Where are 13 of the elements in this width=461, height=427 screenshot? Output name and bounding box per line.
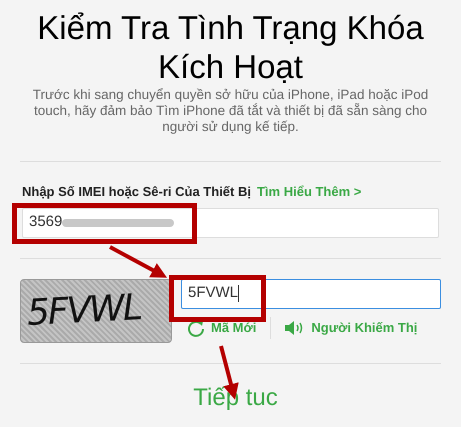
new-code-link[interactable]: Mã Mới: [187, 318, 256, 338]
captcha-field[interactable]: 5FVWL: [181, 278, 441, 308]
captcha-image: 5FVWL: [20, 278, 172, 342]
continue-link[interactable]: Tiếp tuc: [193, 384, 278, 412]
field-value: 3569: [29, 212, 62, 232]
annotation-arrow: [109, 245, 168, 278]
learn-more-link[interactable]: Tìm Hiểu Thêm >: [256, 182, 362, 202]
description: Trước khi sang chuyển quyền sở hữu của iPhone, iPad hoặc iPod touch, hãy đảm bảo Tìm iPhone đã tắt và thiết bị đã sẵn sàng cho người sử dụng kế tiếp.: [32, 87, 430, 135]
blurred-digits-icon: [62, 216, 174, 228]
imei-field[interactable]: 3569: [22, 208, 439, 238]
audio-captcha-link[interactable]: Người Khiếm Thị: [285, 318, 418, 338]
page-title: Kiểm Tra Tình Trạng Khóa Kích Hoạt: [36, 8, 425, 86]
field-label: Nhập Số IMEI hoặc Sê-ri Của Thiết Bị: [22, 183, 251, 201]
